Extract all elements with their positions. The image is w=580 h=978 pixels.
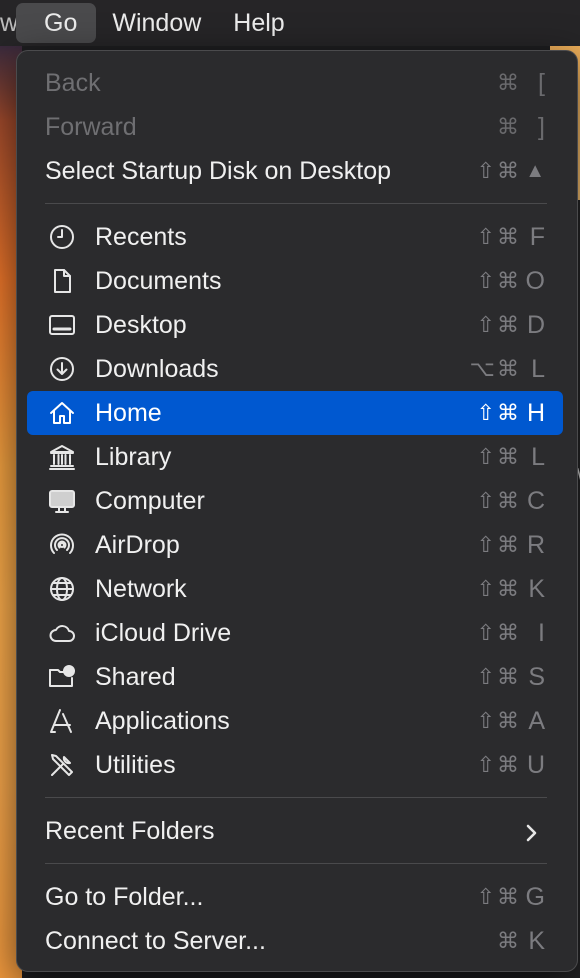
menubar-item-help[interactable]: Help xyxy=(217,0,300,46)
menu-item-label: Connect to Server... xyxy=(45,927,266,955)
menu-item-select-startup-disk[interactable]: Select Startup Disk on Desktop ⇧⌘ ▲ xyxy=(27,149,563,193)
menu-item-shared[interactable]: Shared ⇧⌘ S xyxy=(27,655,563,699)
menu-item-label: Applications xyxy=(95,707,230,735)
menu-item-label: iCloud Drive xyxy=(95,619,232,647)
computer-icon xyxy=(47,487,77,515)
keyboard-shortcut: ⇧⌘ ▲ xyxy=(476,158,545,184)
menu-item-label: Utilities xyxy=(95,751,176,779)
menu-item-label: Recent Folders xyxy=(45,817,215,845)
home-icon xyxy=(47,399,77,427)
menu-item-computer[interactable]: Computer ⇧⌘ C xyxy=(27,479,563,523)
network-icon xyxy=(47,575,77,603)
cloud-icon xyxy=(47,619,77,647)
menu-item-applications[interactable]: Applications ⇧⌘ A xyxy=(27,699,563,743)
keyboard-shortcut: ⇧⌘ R xyxy=(476,530,545,559)
go-menu-dropdown: Back ⌘[ Forward ⌘] Select Startup Disk o… xyxy=(16,50,578,972)
keyboard-shortcut: ⇧⌘ K xyxy=(476,574,545,603)
menu-item-airdrop[interactable]: AirDrop ⇧⌘ R xyxy=(27,523,563,567)
clock-icon xyxy=(47,223,77,251)
menu-item-back[interactable]: Back ⌘[ xyxy=(27,61,563,105)
keyboard-shortcut: ⇧⌘ S xyxy=(476,662,545,691)
menu-item-library[interactable]: Library ⇧⌘ L xyxy=(27,435,563,479)
keyboard-shortcut: ⇧⌘ A xyxy=(476,706,545,735)
menu-item-connect-to-server[interactable]: Connect to Server... ⌘ K xyxy=(27,919,563,963)
document-icon xyxy=(47,267,77,295)
menu-item-label: Home xyxy=(95,399,162,427)
keyboard-shortcut: ⇧⌘ G xyxy=(476,882,545,911)
menu-separator xyxy=(45,863,547,864)
menu-item-label: Library xyxy=(95,443,172,471)
menu-item-utilities[interactable]: Utilities ⇧⌘ U xyxy=(27,743,563,787)
desktop-icon xyxy=(47,311,77,339)
menu-item-label: Documents xyxy=(95,267,222,295)
menubar-item-window[interactable]: Window xyxy=(96,0,217,46)
menubar-item-partial[interactable]: w xyxy=(0,0,16,46)
menu-item-label: Computer xyxy=(95,487,205,515)
applications-icon xyxy=(47,707,77,735)
menu-item-label: Downloads xyxy=(95,355,219,383)
menu-separator xyxy=(45,203,547,204)
menu-item-label: Desktop xyxy=(95,311,187,339)
menu-item-label: Back xyxy=(45,69,101,97)
menu-item-home[interactable]: Home ⇧⌘ H xyxy=(27,391,563,435)
keyboard-shortcut: ⇧⌘ L xyxy=(476,442,545,471)
menu-separator xyxy=(45,797,547,798)
airdrop-icon xyxy=(47,531,77,559)
utilities-icon xyxy=(47,751,77,779)
menu-item-label: Go to Folder... xyxy=(45,883,204,911)
menu-item-downloads[interactable]: Downloads ⌥⌘ L xyxy=(27,347,563,391)
menu-item-icloud-drive[interactable]: iCloud Drive ⇧⌘ I xyxy=(27,611,563,655)
shared-folder-icon xyxy=(47,663,77,691)
keyboard-shortcut: ⌥⌘ L xyxy=(469,354,545,383)
menu-bar: w Go Window Help xyxy=(0,0,580,46)
chevron-right-icon xyxy=(521,821,541,842)
menu-item-go-to-folder[interactable]: Go to Folder... ⇧⌘ G xyxy=(27,875,563,919)
menu-item-network[interactable]: Network ⇧⌘ K xyxy=(27,567,563,611)
keyboard-shortcut: ⇧⌘ U xyxy=(476,750,545,779)
keyboard-shortcut: ⇧⌘ I xyxy=(476,618,545,647)
menu-item-label: Recents xyxy=(95,223,187,251)
menu-item-label: Network xyxy=(95,575,187,603)
menu-item-recents[interactable]: Recents ⇧⌘ F xyxy=(27,215,563,259)
keyboard-shortcut: ⇧⌘ D xyxy=(476,310,545,339)
download-icon xyxy=(47,355,77,383)
menu-item-label: AirDrop xyxy=(95,531,180,559)
keyboard-shortcut: ⌘[ xyxy=(497,68,545,97)
menu-item-documents[interactable]: Documents ⇧⌘ O xyxy=(27,259,563,303)
keyboard-shortcut: ⇧⌘ H xyxy=(476,398,545,427)
menu-item-label: Forward xyxy=(45,113,137,141)
keyboard-shortcut: ⇧⌘ O xyxy=(476,266,545,295)
menu-item-forward[interactable]: Forward ⌘] xyxy=(27,105,563,149)
keyboard-shortcut: ⌘] xyxy=(497,112,545,141)
menu-item-label: Shared xyxy=(95,663,176,691)
keyboard-shortcut: ⌘ K xyxy=(497,926,545,955)
keyboard-shortcut: ⇧⌘ F xyxy=(476,222,545,251)
menubar-item-go[interactable]: Go xyxy=(16,3,97,43)
keyboard-shortcut: ⇧⌘ C xyxy=(476,486,545,515)
menu-item-label: Select Startup Disk on Desktop xyxy=(45,157,391,185)
menu-item-recent-folders[interactable]: Recent Folders xyxy=(27,809,563,853)
library-icon xyxy=(47,443,77,471)
menu-item-desktop[interactable]: Desktop ⇧⌘ D xyxy=(27,303,563,347)
